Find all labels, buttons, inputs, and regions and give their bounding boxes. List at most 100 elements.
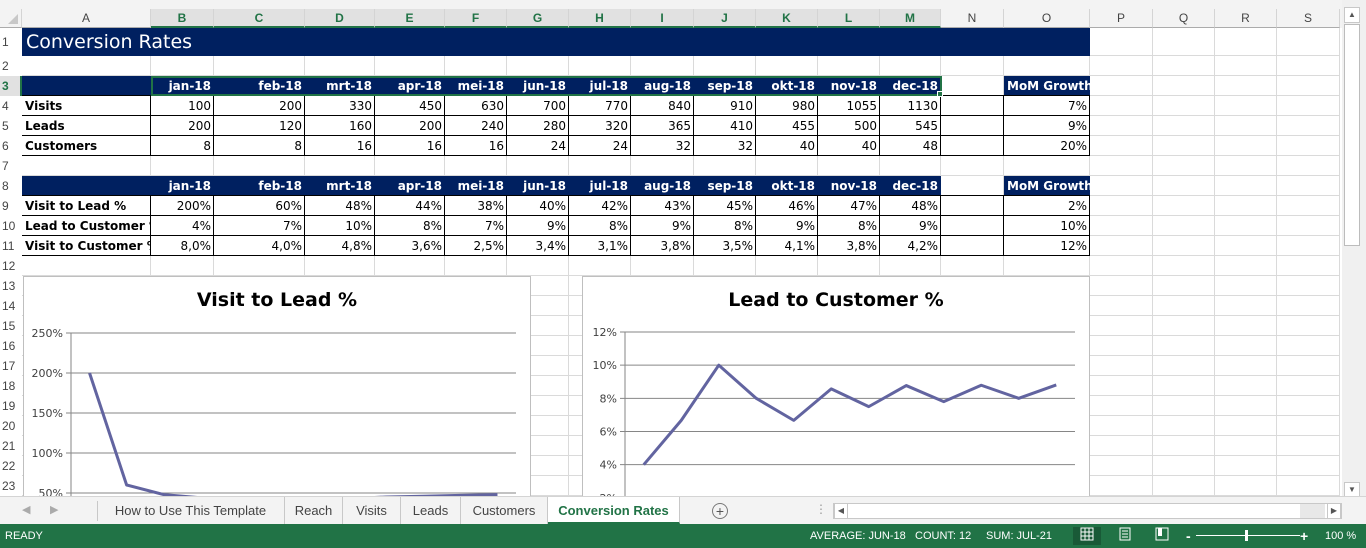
column-header-j[interactable]: J bbox=[694, 9, 756, 28]
scroll-left-button[interactable]: ◀ bbox=[834, 503, 848, 519]
row-header-9[interactable]: 9 bbox=[0, 196, 22, 216]
month-header[interactable]: sep-18 bbox=[694, 76, 756, 96]
month-header[interactable]: nov-18 bbox=[818, 176, 880, 196]
data-cell[interactable]: 48% bbox=[880, 196, 941, 216]
data-cell[interactable]: 40% bbox=[507, 196, 569, 216]
month-header[interactable]: apr-18 bbox=[375, 76, 445, 96]
month-header[interactable]: feb-18 bbox=[214, 176, 305, 196]
data-cell[interactable]: 4,2% bbox=[880, 236, 941, 256]
sheet-tab-customers[interactable]: Customers bbox=[461, 497, 548, 524]
column-header-o[interactable]: O bbox=[1004, 9, 1090, 28]
data-cell[interactable]: 545 bbox=[880, 116, 941, 136]
data-cell[interactable]: 8 bbox=[151, 136, 214, 156]
data-cell[interactable]: 4,1% bbox=[756, 236, 818, 256]
data-cell[interactable]: 9% bbox=[880, 216, 941, 236]
sheet-tab-how-to-use-this-template[interactable]: How to Use This Template bbox=[97, 497, 285, 524]
tab-scroll-right-icon[interactable]: ▶ bbox=[50, 497, 58, 524]
data-cell[interactable]: 8% bbox=[375, 216, 445, 236]
data-cell[interactable]: 60% bbox=[214, 196, 305, 216]
row-header-2[interactable]: 2 bbox=[0, 56, 22, 76]
month-header[interactable]: aug-18 bbox=[631, 176, 694, 196]
row-header-21[interactable]: 21 bbox=[0, 436, 22, 456]
data-cell[interactable]: 45% bbox=[694, 196, 756, 216]
data-cell[interactable]: 16 bbox=[305, 136, 375, 156]
sheet-tab-conversion-rates[interactable]: Conversion Rates bbox=[548, 497, 680, 524]
month-header[interactable]: jan-18 bbox=[151, 76, 214, 96]
data-cell[interactable]: 42% bbox=[569, 196, 631, 216]
sheet-tab-leads[interactable]: Leads bbox=[401, 497, 461, 524]
column-header-l[interactable]: L bbox=[818, 9, 880, 28]
data-cell[interactable]: 500 bbox=[818, 116, 880, 136]
column-header-p[interactable]: P bbox=[1090, 9, 1153, 28]
status-sum[interactable]: SUM: JUL-21 bbox=[986, 524, 1052, 548]
data-cell[interactable]: 770 bbox=[569, 96, 631, 116]
vertical-scroll-thumb[interactable] bbox=[1344, 24, 1360, 246]
splitter-handle[interactable]: ⋮ bbox=[815, 502, 827, 516]
sheet-tab-reach[interactable]: Reach bbox=[285, 497, 343, 524]
row-header-22[interactable]: 22 bbox=[0, 456, 22, 476]
column-header-n[interactable]: N bbox=[941, 9, 1004, 28]
add-sheet-button[interactable]: + bbox=[712, 503, 728, 519]
row-header-23[interactable]: 23 bbox=[0, 476, 22, 496]
data-cell[interactable]: 8,0% bbox=[151, 236, 214, 256]
month-header[interactable]: apr-18 bbox=[375, 176, 445, 196]
data-cell[interactable]: 120 bbox=[214, 116, 305, 136]
zoom-level[interactable]: 100 % bbox=[1325, 524, 1356, 548]
data-cell[interactable]: 980 bbox=[756, 96, 818, 116]
data-cell[interactable]: 100 bbox=[151, 96, 214, 116]
data-cell[interactable]: 840 bbox=[631, 96, 694, 116]
row-label[interactable]: Leads bbox=[22, 116, 151, 136]
column-header-a[interactable]: A bbox=[22, 9, 151, 28]
growth-header[interactable]: MoM Growth bbox=[1004, 176, 1090, 196]
horizontal-scroll-track[interactable] bbox=[1300, 504, 1325, 518]
data-cell[interactable]: 8% bbox=[569, 216, 631, 236]
data-cell[interactable]: 8% bbox=[818, 216, 880, 236]
column-header-k[interactable]: K bbox=[756, 9, 818, 28]
data-cell[interactable]: 4% bbox=[151, 216, 214, 236]
data-cell[interactable]: 410 bbox=[694, 116, 756, 136]
data-cell[interactable]: 24 bbox=[569, 136, 631, 156]
data-cell[interactable]: 1055 bbox=[818, 96, 880, 116]
row-header-20[interactable]: 20 bbox=[0, 416, 22, 436]
data-cell[interactable]: 32 bbox=[694, 136, 756, 156]
column-header-g[interactable]: G bbox=[507, 9, 569, 28]
column-header-m[interactable]: M bbox=[880, 9, 941, 28]
scroll-right-button[interactable]: ▶ bbox=[1327, 503, 1341, 519]
select-all-corner[interactable] bbox=[0, 9, 22, 28]
column-header-s[interactable]: S bbox=[1277, 9, 1340, 28]
data-cell[interactable]: 8 bbox=[214, 136, 305, 156]
data-cell[interactable]: 320 bbox=[569, 116, 631, 136]
zoom-slider[interactable] bbox=[1196, 535, 1300, 536]
data-cell[interactable]: 630 bbox=[445, 96, 507, 116]
data-cell[interactable]: 47% bbox=[818, 196, 880, 216]
row-header-4[interactable]: 4 bbox=[0, 96, 22, 116]
data-cell[interactable]: 48% bbox=[305, 196, 375, 216]
data-cell[interactable]: 40 bbox=[756, 136, 818, 156]
data-cell[interactable]: 48 bbox=[880, 136, 941, 156]
data-cell[interactable]: 1130 bbox=[880, 96, 941, 116]
month-header[interactable]: feb-18 bbox=[214, 76, 305, 96]
month-header[interactable]: mrt-18 bbox=[305, 176, 375, 196]
data-cell[interactable]: 200 bbox=[214, 96, 305, 116]
chart-lead-to-customer[interactable]: Lead to Customer % 12%10%8%6%4%2% bbox=[582, 276, 1090, 496]
column-header-f[interactable]: F bbox=[445, 9, 507, 28]
month-header[interactable]: jan-18 bbox=[151, 176, 214, 196]
month-header[interactable]: okt-18 bbox=[756, 176, 818, 196]
data-cell[interactable]: 38% bbox=[445, 196, 507, 216]
column-header-c[interactable]: C bbox=[214, 9, 305, 28]
column-header-b[interactable]: B bbox=[151, 9, 214, 28]
data-cell[interactable]: 910 bbox=[694, 96, 756, 116]
row-label[interactable]: Visits bbox=[22, 96, 151, 116]
data-cell[interactable]: 240 bbox=[445, 116, 507, 136]
row-label[interactable]: Customers bbox=[22, 136, 151, 156]
month-header[interactable]: dec-18 bbox=[880, 76, 941, 96]
data-cell[interactable]: 200 bbox=[151, 116, 214, 136]
month-header[interactable]: sep-18 bbox=[694, 176, 756, 196]
row-header-7[interactable]: 7 bbox=[0, 156, 22, 176]
data-cell[interactable]: 365 bbox=[631, 116, 694, 136]
month-header[interactable]: jun-18 bbox=[507, 76, 569, 96]
row-header-6[interactable]: 6 bbox=[0, 136, 22, 156]
data-cell[interactable]: 160 bbox=[305, 116, 375, 136]
row-header-12[interactable]: 12 bbox=[0, 256, 22, 276]
normal-view-icon[interactable] bbox=[1073, 527, 1101, 545]
